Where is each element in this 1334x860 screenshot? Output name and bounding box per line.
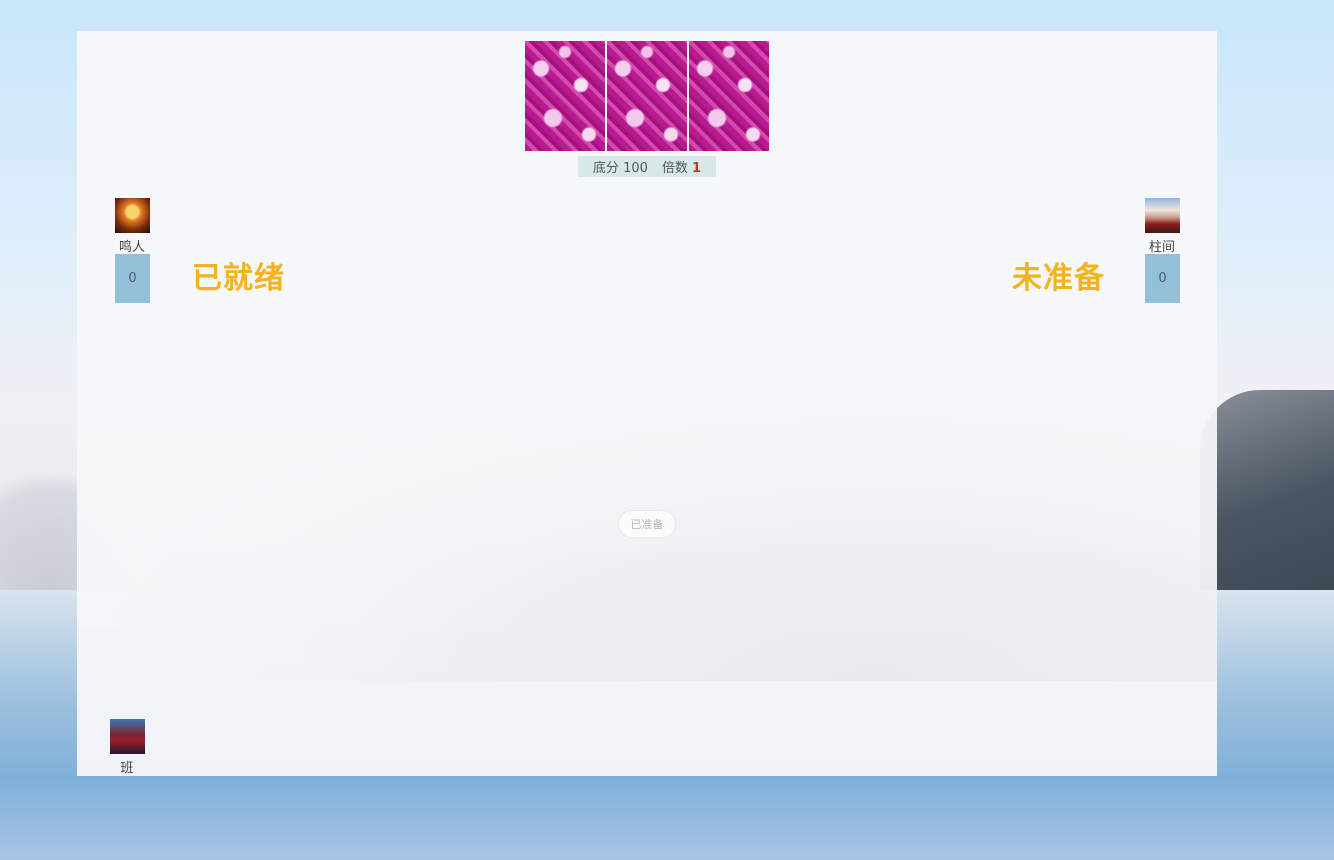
right-player-status: 未准备 (1012, 261, 1105, 296)
landlord-cards (525, 41, 769, 151)
base-score-value: 100 (623, 161, 648, 176)
base-score-label: 底分 (592, 161, 619, 176)
score-bar: 底分 100 倍数 1 (578, 156, 716, 177)
multiplier: 倍数 1 (662, 157, 701, 176)
right-card-count: 0 (1145, 254, 1180, 303)
naruto-avatar (115, 198, 150, 233)
card-back (525, 41, 605, 151)
base-score: 底分 100 (593, 157, 648, 176)
multiplier-label: 倍数 (661, 161, 688, 176)
self-player-name: 班 (120, 761, 134, 776)
card-back (607, 41, 687, 151)
left-card-count: 0 (115, 254, 150, 303)
madara-avatar (110, 719, 145, 754)
hashirama-avatar (1145, 198, 1180, 233)
card-back (689, 41, 769, 151)
left-player-name: 鸣人 (118, 240, 145, 255)
game-table: 底分 100 倍数 1 鸣人 0 已就绪 柱间 0 未准备 已准备 班 (77, 31, 1217, 776)
ready-button[interactable]: 已准备 (618, 510, 676, 538)
multiplier-value: 1 (692, 161, 702, 176)
right-player-name: 柱间 (1148, 240, 1175, 255)
left-player-status: 已就绪 (192, 261, 285, 296)
